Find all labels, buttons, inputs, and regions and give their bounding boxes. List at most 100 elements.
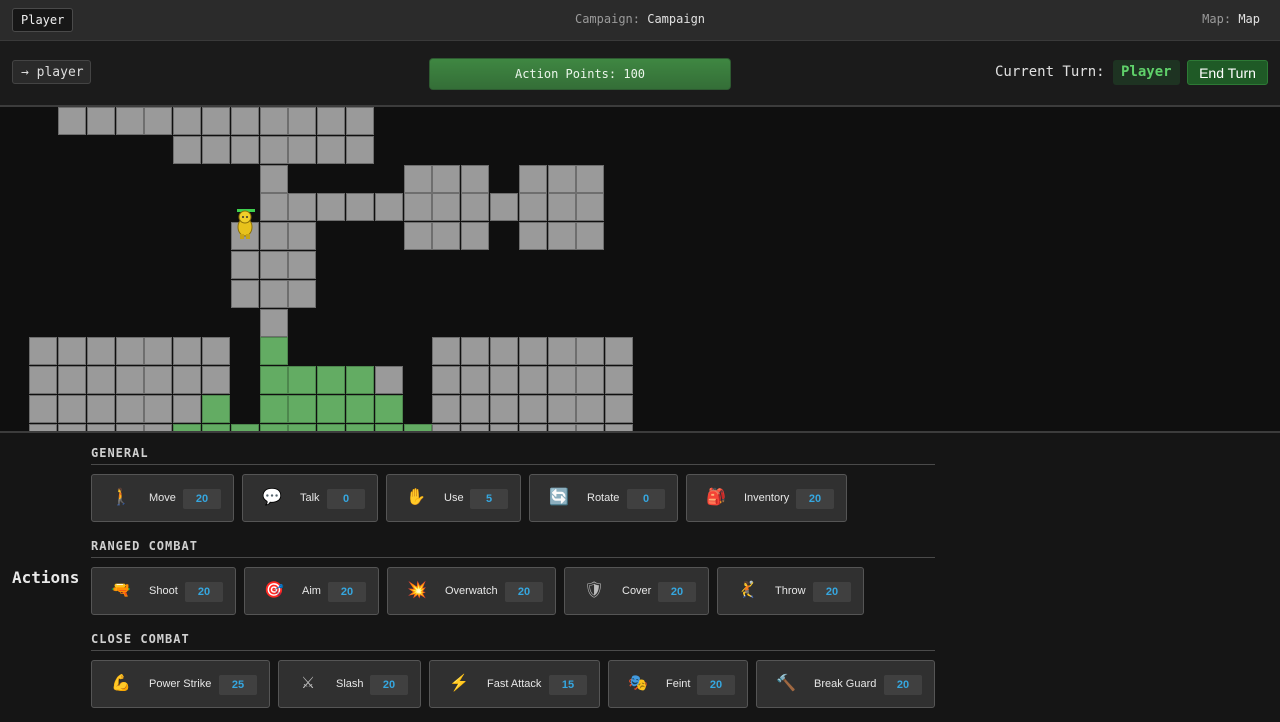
floor-tile[interactable] xyxy=(519,193,547,221)
floor-tile[interactable] xyxy=(432,165,460,193)
floor-tile[interactable] xyxy=(288,193,316,221)
floor-tile[interactable] xyxy=(173,366,201,394)
reachable-tile[interactable] xyxy=(173,424,201,431)
floor-tile[interactable] xyxy=(87,107,115,135)
floor-tile[interactable] xyxy=(144,337,172,365)
floor-tile[interactable] xyxy=(58,395,86,423)
floor-tile[interactable] xyxy=(288,251,316,279)
floor-tile[interactable] xyxy=(432,193,460,221)
reachable-tile[interactable] xyxy=(260,395,288,423)
floor-tile[interactable] xyxy=(461,165,489,193)
floor-tile[interactable] xyxy=(548,165,576,193)
floor-tile[interactable] xyxy=(231,251,259,279)
floor-tile[interactable] xyxy=(548,222,576,250)
floor-tile[interactable] xyxy=(202,136,230,164)
floor-tile[interactable] xyxy=(346,193,374,221)
floor-tile[interactable] xyxy=(548,366,576,394)
reachable-tile[interactable] xyxy=(404,424,432,431)
power-strike-button[interactable]: 💪 Power Strike 25 xyxy=(91,660,270,708)
floor-tile[interactable] xyxy=(346,136,374,164)
floor-tile[interactable] xyxy=(432,424,460,431)
floor-tile[interactable] xyxy=(404,193,432,221)
break-guard-button[interactable]: 🔨 Break Guard 20 xyxy=(756,660,935,708)
floor-tile[interactable] xyxy=(288,280,316,308)
floor-tile[interactable] xyxy=(144,395,172,423)
feint-button[interactable]: 🎭 Feint 20 xyxy=(608,660,748,708)
floor-tile[interactable] xyxy=(116,395,144,423)
floor-tile[interactable] xyxy=(260,251,288,279)
reachable-tile[interactable] xyxy=(375,424,403,431)
floor-tile[interactable] xyxy=(519,222,547,250)
floor-tile[interactable] xyxy=(605,366,633,394)
tactical-map[interactable] xyxy=(0,107,1280,431)
floor-tile[interactable] xyxy=(404,165,432,193)
floor-tile[interactable] xyxy=(173,395,201,423)
inventory-button[interactable]: 🎒 Inventory 20 xyxy=(686,474,847,522)
reachable-tile[interactable] xyxy=(346,424,374,431)
floor-tile[interactable] xyxy=(288,107,316,135)
floor-tile[interactable] xyxy=(116,337,144,365)
reachable-tile[interactable] xyxy=(317,366,345,394)
reachable-tile[interactable] xyxy=(202,424,230,431)
floor-tile[interactable] xyxy=(231,136,259,164)
reachable-tile[interactable] xyxy=(260,337,288,365)
floor-tile[interactable] xyxy=(87,424,115,431)
floor-tile[interactable] xyxy=(144,424,172,431)
floor-tile[interactable] xyxy=(288,136,316,164)
floor-tile[interactable] xyxy=(490,395,518,423)
floor-tile[interactable] xyxy=(231,107,259,135)
floor-tile[interactable] xyxy=(202,107,230,135)
reachable-tile[interactable] xyxy=(288,395,316,423)
floor-tile[interactable] xyxy=(260,193,288,221)
floor-tile[interactable] xyxy=(260,309,288,337)
floor-tile[interactable] xyxy=(260,222,288,250)
use-button[interactable]: ✋ Use 5 xyxy=(386,474,521,522)
floor-tile[interactable] xyxy=(87,395,115,423)
floor-tile[interactable] xyxy=(116,424,144,431)
floor-tile[interactable] xyxy=(29,337,57,365)
floor-tile[interactable] xyxy=(87,337,115,365)
floor-tile[interactable] xyxy=(519,395,547,423)
floor-tile[interactable] xyxy=(576,165,604,193)
floor-tile[interactable] xyxy=(173,337,201,365)
cover-button[interactable]: 🛡 Cover 20 xyxy=(564,567,709,615)
floor-tile[interactable] xyxy=(461,395,489,423)
reachable-tile[interactable] xyxy=(288,366,316,394)
floor-tile[interactable] xyxy=(548,193,576,221)
floor-tile[interactable] xyxy=(432,222,460,250)
floor-tile[interactable] xyxy=(29,395,57,423)
slash-button[interactable]: ⚔ Slash 20 xyxy=(278,660,421,708)
reachable-tile[interactable] xyxy=(317,395,345,423)
floor-tile[interactable] xyxy=(576,395,604,423)
floor-tile[interactable] xyxy=(58,337,86,365)
floor-tile[interactable] xyxy=(490,337,518,365)
player-unit-icon[interactable] xyxy=(234,208,256,240)
overwatch-button[interactable]: 💥 Overwatch 20 xyxy=(387,567,556,615)
floor-tile[interactable] xyxy=(576,366,604,394)
floor-tile[interactable] xyxy=(202,337,230,365)
floor-tile[interactable] xyxy=(87,366,115,394)
reachable-tile[interactable] xyxy=(317,424,345,431)
reachable-tile[interactable] xyxy=(346,366,374,394)
shoot-button[interactable]: 🔫 Shoot 20 xyxy=(91,567,236,615)
floor-tile[interactable] xyxy=(202,366,230,394)
throw-button[interactable]: 🤾 Throw 20 xyxy=(717,567,864,615)
end-turn-button[interactable]: End Turn xyxy=(1187,60,1268,85)
floor-tile[interactable] xyxy=(260,280,288,308)
floor-tile[interactable] xyxy=(519,337,547,365)
floor-tile[interactable] xyxy=(605,424,633,431)
unit-selector[interactable]: → player xyxy=(12,60,91,84)
floor-tile[interactable] xyxy=(519,366,547,394)
floor-tile[interactable] xyxy=(260,107,288,135)
floor-tile[interactable] xyxy=(576,193,604,221)
floor-tile[interactable] xyxy=(116,107,144,135)
floor-tile[interactable] xyxy=(605,395,633,423)
floor-tile[interactable] xyxy=(116,366,144,394)
floor-tile[interactable] xyxy=(432,395,460,423)
floor-tile[interactable] xyxy=(519,165,547,193)
reachable-tile[interactable] xyxy=(231,424,259,431)
floor-tile[interactable] xyxy=(29,366,57,394)
reachable-tile[interactable] xyxy=(260,424,288,431)
reachable-tile[interactable] xyxy=(288,424,316,431)
floor-tile[interactable] xyxy=(432,366,460,394)
